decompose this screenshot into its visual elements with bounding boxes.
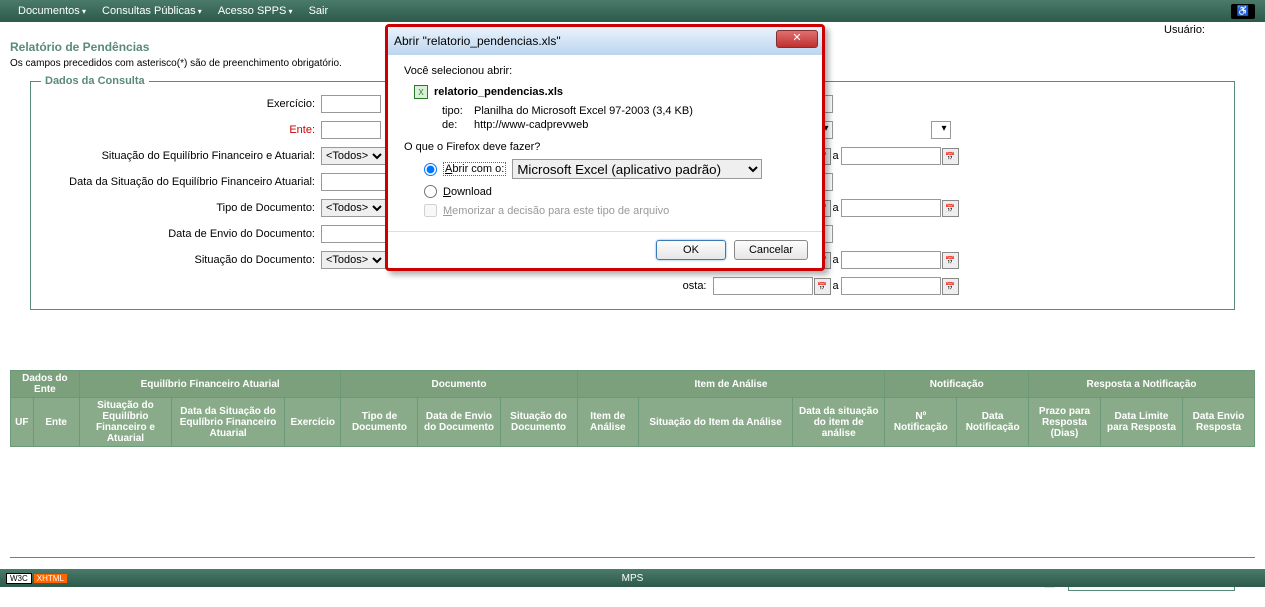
th-data-env-resp: Data Envio Resposta bbox=[1182, 398, 1254, 447]
th-data-envio: Data de Envio do Documento bbox=[418, 398, 500, 447]
select-tipo-doc[interactable]: <Todos> bbox=[321, 199, 386, 217]
th-group-not: Notificação bbox=[885, 371, 1029, 398]
th-group-ente: Dados do Ente bbox=[11, 371, 80, 398]
label-memorize: Memorizar a decisão para este tipo de ar… bbox=[443, 205, 669, 217]
lbl-exercicio: Exercício: bbox=[41, 98, 321, 110]
input-r5b[interactable] bbox=[841, 199, 941, 217]
th-item: Item de Análise bbox=[577, 398, 639, 447]
results-table: Dados do Ente Equilíbrio Financeiro Atua… bbox=[10, 370, 1255, 537]
menubar: Documentos Consultas Públicas Acesso SPP… bbox=[0, 0, 1265, 22]
select-sit-eq[interactable]: <Todos> bbox=[321, 147, 386, 165]
select-r2b[interactable] bbox=[931, 121, 951, 139]
select-sit-doc[interactable]: <Todos> bbox=[321, 251, 386, 269]
input-data-sit-eq[interactable] bbox=[321, 173, 391, 191]
ok-button[interactable]: OK bbox=[656, 240, 726, 260]
cal-icon[interactable]: 📅 bbox=[814, 278, 831, 295]
th-sit-item: Situação do Item da Análise bbox=[639, 398, 793, 447]
xls-file-icon: X bbox=[414, 85, 428, 99]
radio-download[interactable] bbox=[424, 185, 437, 198]
cancel-button[interactable]: Cancelar bbox=[734, 240, 808, 260]
accessibility-icon[interactable]: ♿ bbox=[1231, 4, 1255, 19]
input-r8b[interactable] bbox=[841, 277, 941, 295]
lbl-tipo-doc: Tipo de Documento: bbox=[41, 202, 321, 214]
input-r7b[interactable] bbox=[841, 251, 941, 269]
th-group-item: Item de Análise bbox=[577, 371, 885, 398]
dialog-de-value: http://www-cadprevweb bbox=[474, 119, 588, 131]
dialog-tipo-value: Planilha do Microsoft Excel 97-2003 (3,4… bbox=[474, 105, 693, 117]
th-group-eq: Equilíbrio Financeiro Atuarial bbox=[79, 371, 341, 398]
dialog-filename: relatorio_pendencias.xls bbox=[434, 86, 563, 98]
fieldset-legend: Dados da Consulta bbox=[41, 75, 149, 87]
menu-documentos[interactable]: Documentos bbox=[10, 5, 94, 17]
input-exercicio[interactable] bbox=[321, 95, 381, 113]
xhtml-badge: XHTML bbox=[34, 574, 67, 583]
close-icon[interactable]: ✕ bbox=[776, 30, 818, 48]
download-dialog: Abrir "relatorio_pendencias.xls" ✕ Você … bbox=[385, 24, 825, 271]
th-n-not: Nº Notificação bbox=[885, 398, 957, 447]
lbl-ente: Ente: bbox=[41, 124, 321, 136]
dialog-titlebar: Abrir "relatorio_pendencias.xls" ✕ bbox=[388, 27, 822, 55]
label-abrir-com: Abrir com o: bbox=[443, 163, 506, 175]
input-data-envio[interactable] bbox=[321, 225, 391, 243]
lbl-sit-doc: Situação do Documento: bbox=[41, 254, 321, 266]
dialog-question: O que o Firefox deve fazer? bbox=[404, 141, 806, 153]
th-prazo: Prazo para Resposta (Dias) bbox=[1029, 398, 1101, 447]
select-abrir-app[interactable]: Microsoft Excel (aplicativo padrão) bbox=[512, 159, 762, 179]
lbl-r8: osta: bbox=[653, 280, 713, 292]
dialog-de-label: de: bbox=[442, 119, 468, 131]
th-uf: UF bbox=[11, 398, 34, 447]
dialog-selecionou: Você selecionou abrir: bbox=[404, 65, 806, 77]
lbl-data-envio: Data de Envio do Documento: bbox=[41, 228, 321, 240]
lbl-sit-eq: Situação do Equilíbrio Financeiro e Atua… bbox=[41, 150, 321, 162]
cal-icon[interactable]: 📅 bbox=[942, 278, 959, 295]
th-data-sit-item: Data da situação do item de análise bbox=[793, 398, 885, 447]
th-tipo-doc: Tipo de Documento bbox=[341, 398, 418, 447]
input-ente[interactable] bbox=[321, 121, 381, 139]
th-group-doc: Documento bbox=[341, 371, 577, 398]
th-data-not: Data Notificação bbox=[957, 398, 1029, 447]
radio-abrir-com[interactable] bbox=[424, 163, 437, 176]
footer-mps: MPS bbox=[622, 573, 644, 584]
dialog-tipo-label: tipo: bbox=[442, 105, 468, 117]
lbl-data-sit-eq: Data da Situação do Equilíbrio Financeir… bbox=[41, 176, 321, 188]
w3c-badge: W3C bbox=[6, 573, 32, 584]
th-sit-eq: Situação do Equilíbrio Financeiro e Atua… bbox=[79, 398, 171, 447]
menu-acesso[interactable]: Acesso SPPS bbox=[210, 5, 301, 17]
label-download: Download bbox=[443, 186, 492, 198]
cal-icon[interactable]: 📅 bbox=[942, 148, 959, 165]
menu-consultas[interactable]: Consultas Públicas bbox=[94, 5, 210, 17]
input-r3b[interactable] bbox=[841, 147, 941, 165]
footer: W3C XHTML MPS bbox=[0, 569, 1265, 587]
th-data-limite: Data Limite para Resposta bbox=[1100, 398, 1182, 447]
dialog-title: Abrir "relatorio_pendencias.xls" bbox=[394, 34, 561, 48]
cal-icon[interactable]: 📅 bbox=[942, 200, 959, 217]
input-r8a[interactable] bbox=[713, 277, 813, 295]
menu-sair[interactable]: Sair bbox=[301, 5, 337, 17]
th-sit-doc: Situação do Documento bbox=[500, 398, 577, 447]
th-exercicio: Exercício bbox=[285, 398, 341, 447]
checkbox-memorize bbox=[424, 204, 437, 217]
th-ente: Ente bbox=[33, 398, 79, 447]
cal-icon[interactable]: 📅 bbox=[942, 252, 959, 269]
th-data-sit-eq: Data da Situação do Equlíbrio Financeiro… bbox=[172, 398, 285, 447]
th-group-resp: Resposta a Notificação bbox=[1029, 371, 1255, 398]
